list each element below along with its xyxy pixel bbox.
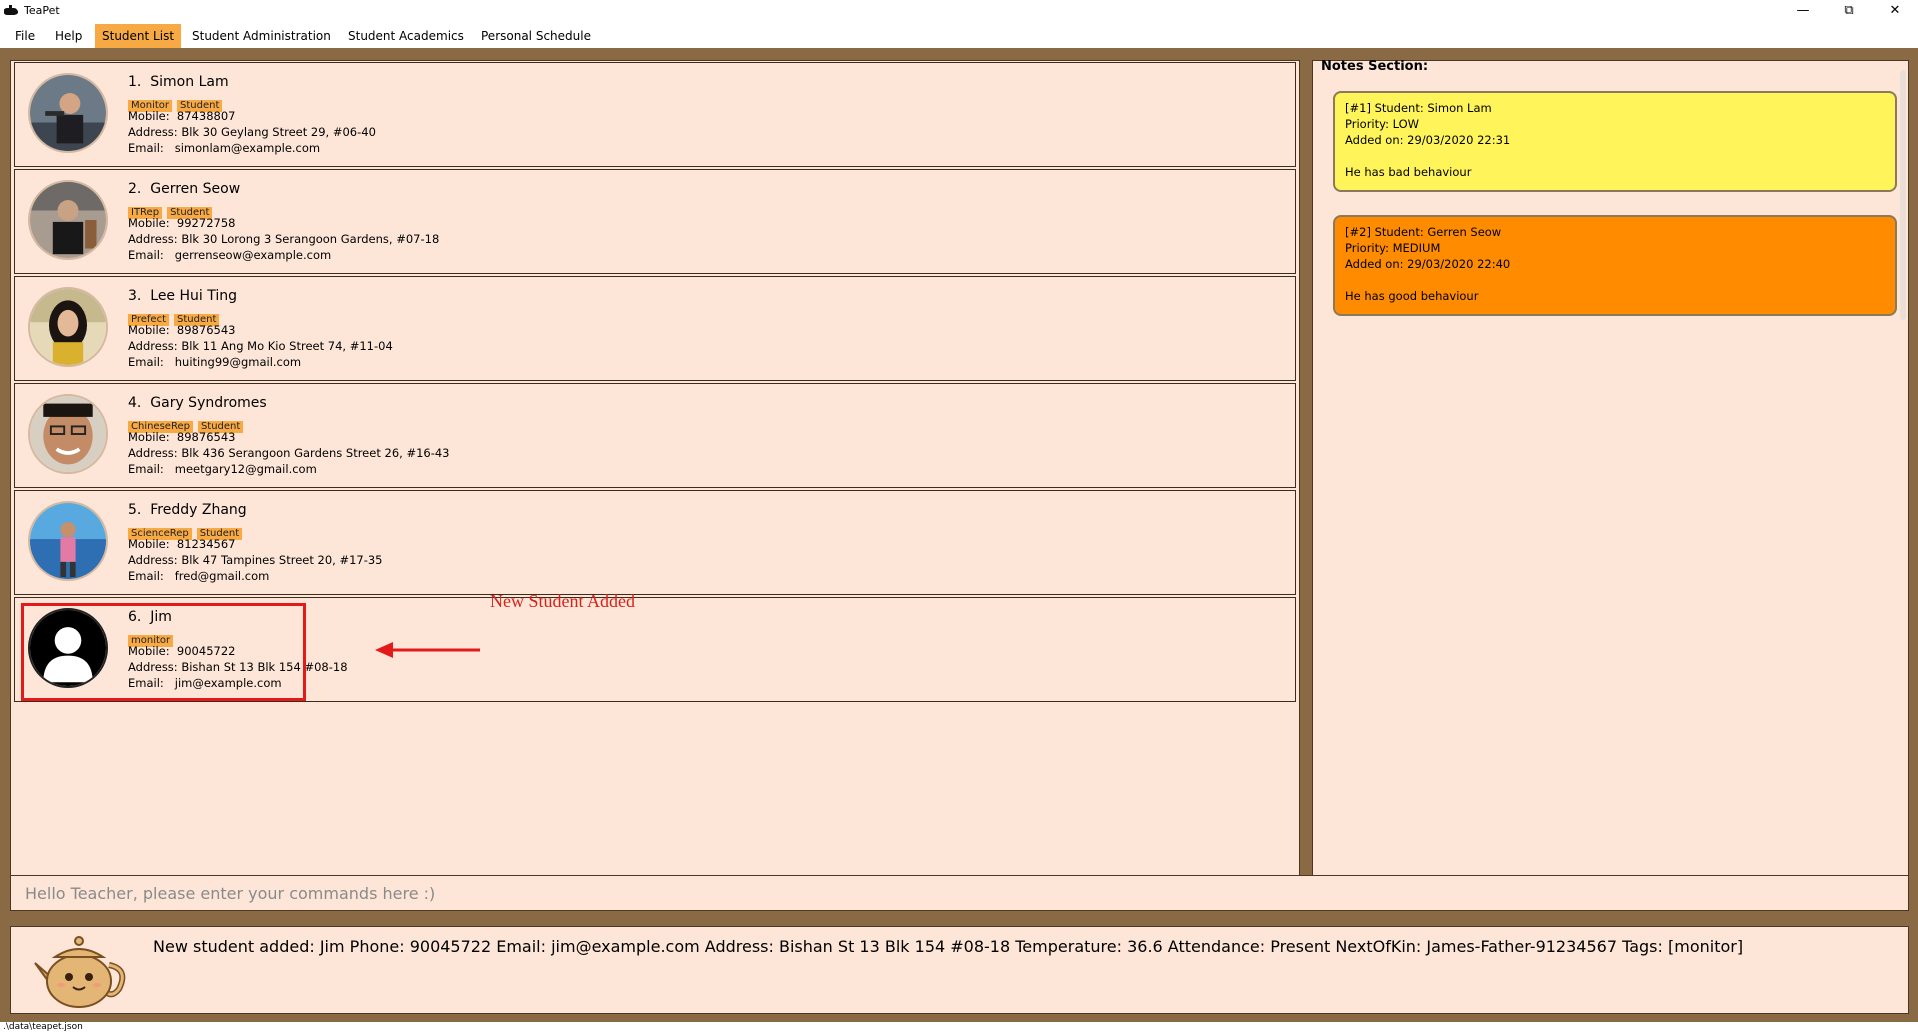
student-email: Email: fred@gmail.com (128, 569, 270, 583)
student-address: Address: Blk 30 Geylang Street 29, #06-4… (128, 125, 376, 139)
menu-personal-schedule[interactable]: Personal Schedule (474, 24, 598, 48)
data-file-path: .\data\teapet.json (3, 1022, 83, 1032)
note-student: [#1] Student: Simon Lam (1345, 101, 1492, 115)
student-name: 1. Simon Lam (128, 74, 229, 90)
teapot-mascot-icon (34, 936, 126, 1008)
note-card[interactable]: [#1] Student: Simon Lam Priority: LOW Ad… (1333, 91, 1897, 192)
teapot-app-icon (4, 5, 18, 15)
menu-file[interactable]: File (8, 24, 42, 48)
student-tags: Monitor Student (128, 93, 227, 112)
student-card[interactable]: 5. Freddy Zhang ScienceRep Student Mobile… (14, 490, 1296, 595)
student-mobile: Mobile: 99272758 (128, 216, 236, 230)
note-content: He has good behaviour (1345, 289, 1479, 303)
student-mobile: Mobile: 89876543 (128, 430, 236, 444)
student-tags: ScienceRep Student (128, 521, 247, 540)
notes-title: Notes Section: (1321, 59, 1429, 74)
note-student: [#2] Student: Gerren Seow (1345, 225, 1502, 239)
close-button[interactable]: ✕ (1872, 0, 1918, 22)
student-address: Address: Blk 30 Lorong 3 Serangoon Garde… (128, 232, 440, 246)
student-address: Address: Blk 47 Tampines Street 20, #17-… (128, 553, 383, 567)
student-email: Email: gerrenseow@example.com (128, 248, 332, 262)
app-window: TeaPet — ⧉ ✕ File Help Student List Stud… (0, 0, 1918, 1033)
window-title: TeaPet (24, 4, 60, 17)
menu-student-list[interactable]: Student List (95, 24, 182, 48)
menu-student-administration[interactable]: Student Administration (185, 24, 338, 48)
result-display: New student added: Jim Phone: 90045722 E… (10, 926, 1909, 1014)
minimize-button[interactable]: — (1780, 0, 1826, 22)
student-card[interactable]: 2. Gerren Seow ITRep Student Mobile: 9927… (14, 169, 1296, 274)
title-bar: TeaPet — ⧉ ✕ (0, 0, 1918, 22)
student-card[interactable]: 4. Gary Syndromes ChineseRep Student Mobi… (14, 383, 1296, 488)
restore-button[interactable]: ⧉ (1826, 0, 1872, 22)
annotation-label: New Student Added (490, 591, 635, 611)
main-area: 1. Simon Lam Monitor Student Mobile: 8743… (0, 48, 1918, 1022)
student-card[interactable]: 1. Simon Lam Monitor Student Mobile: 8743… (14, 62, 1296, 167)
student-mobile: Mobile: 87438807 (128, 109, 236, 123)
student-photo (28, 73, 108, 153)
status-bar: .\data\teapet.json (0, 1022, 1918, 1033)
student-name: 2. Gerren Seow (128, 181, 241, 197)
student-email: Email: huiting99@gmail.com (128, 355, 302, 369)
student-tags: ITRep Student (128, 200, 217, 219)
student-photo (28, 180, 108, 260)
student-photo (28, 394, 108, 474)
note-card[interactable]: [#2] Student: Gerren Seow Priority: MEDI… (1333, 215, 1897, 316)
highlight-box (21, 603, 306, 701)
student-name: 4. Gary Syndromes (128, 395, 267, 411)
student-list-panel[interactable]: 1. Simon Lam Monitor Student Mobile: 8743… (10, 60, 1300, 906)
notes-scrollbar[interactable] (1900, 70, 1906, 320)
student-address: Address: Blk 436 Serangoon Gardens Stree… (128, 446, 450, 460)
student-photo (28, 501, 108, 581)
note-date: Added on: 29/03/2020 22:31 (1345, 133, 1511, 147)
menu-bar: File Help Student List Student Administr… (0, 24, 1918, 48)
student-name: 5. Freddy Zhang (128, 502, 247, 518)
student-mobile: Mobile: 89876543 (128, 323, 236, 337)
student-email: Email: meetgary12@gmail.com (128, 462, 317, 476)
menu-help[interactable]: Help (48, 24, 89, 48)
note-content: He has bad behaviour (1345, 165, 1472, 179)
result-message: New student added: Jim Phone: 90045722 E… (153, 937, 1744, 956)
note-date: Added on: 29/03/2020 22:40 (1345, 257, 1511, 271)
student-email: Email: simonlam@example.com (128, 141, 321, 155)
menu-student-academics[interactable]: Student Academics (341, 24, 471, 48)
student-photo (28, 287, 108, 367)
command-input[interactable] (10, 875, 1909, 911)
annotation-arrow-icon (375, 642, 480, 658)
note-priority: Priority: LOW (1345, 117, 1420, 131)
student-tags: Prefect Student (128, 307, 224, 326)
student-mobile: Mobile: 81234567 (128, 537, 236, 551)
student-address: Address: Blk 11 Ang Mo Kio Street 74, #1… (128, 339, 393, 353)
student-card[interactable]: 6. Jim monitor Mobile: 90045722 Address:… (14, 597, 1296, 702)
note-priority: Priority: MEDIUM (1345, 241, 1441, 255)
student-card[interactable]: 3. Lee Hui Ting Prefect Student Mobile: 8… (14, 276, 1296, 381)
student-tags: ChineseRep Student (128, 414, 248, 433)
student-name: 3. Lee Hui Ting (128, 288, 238, 304)
